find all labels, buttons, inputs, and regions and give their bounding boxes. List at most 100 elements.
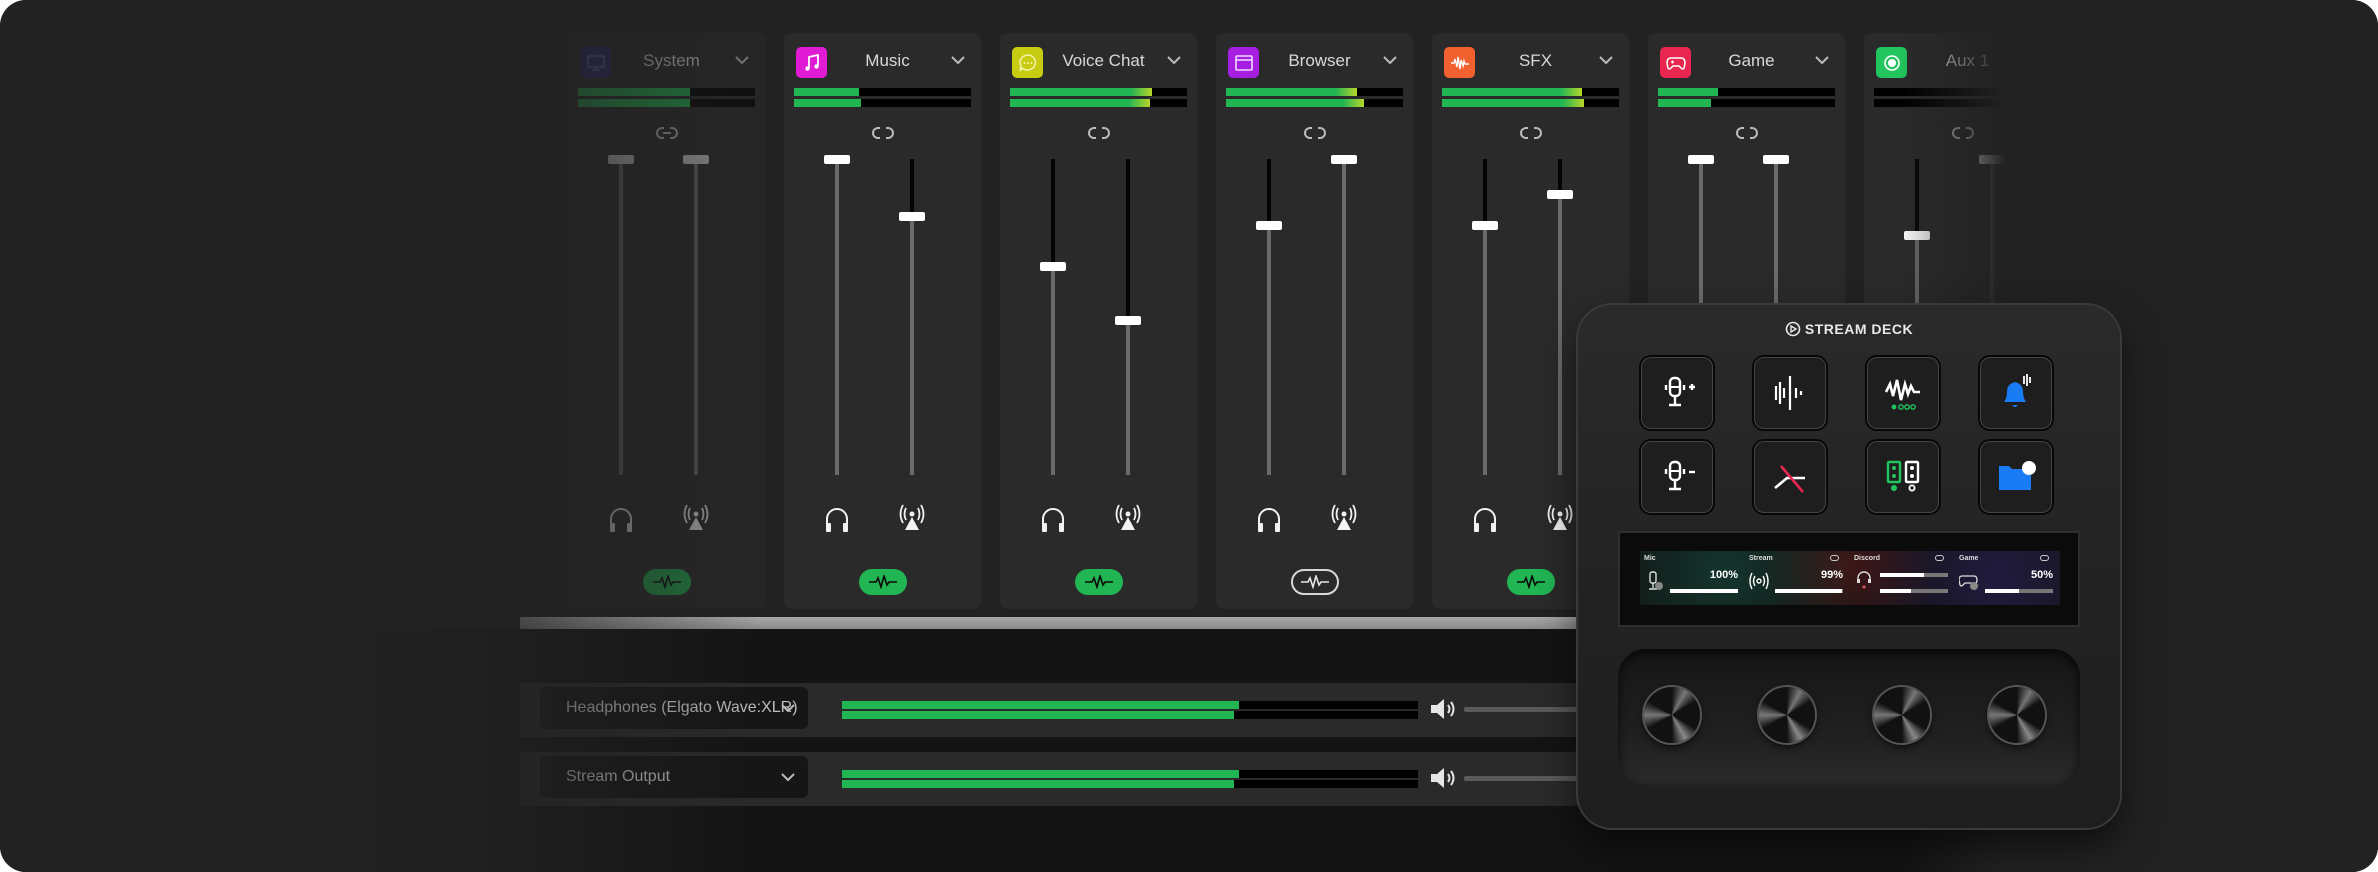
fader-thumb[interactable] [1115, 316, 1141, 326]
channel-level-meter [1658, 99, 1835, 107]
link-icon[interactable] [1734, 125, 1760, 141]
chevron-down-icon[interactable] [1597, 53, 1615, 67]
link-icon[interactable] [870, 125, 896, 141]
deck-key-sound-alert[interactable] [1980, 357, 2052, 429]
dial-3[interactable] [1874, 687, 1930, 743]
channel-name: System [643, 51, 700, 70]
headphones-icon[interactable] [821, 503, 853, 535]
chevron-down-icon[interactable] [1165, 53, 1183, 67]
fader-thumb[interactable] [1763, 155, 1789, 164]
lcd-value: 99% [1820, 569, 1843, 581]
effects-toggle[interactable] [858, 569, 907, 595]
monitor-mix-fader[interactable] [1472, 159, 1498, 475]
monitor-mix-fader[interactable] [1256, 159, 1282, 475]
stream-volume-slider[interactable] [1464, 776, 1584, 781]
broadcast-icon[interactable] [1328, 503, 1360, 535]
monitor-volume-slider[interactable] [1464, 707, 1584, 712]
channel-header[interactable]: System [568, 33, 765, 89]
monitor-mix-fader[interactable] [1040, 159, 1066, 475]
fader-thumb[interactable] [1472, 221, 1498, 231]
channel-strip: System [568, 33, 765, 609]
effects-toggle[interactable] [1074, 569, 1123, 595]
channel-strip: Browser [1216, 33, 1413, 609]
stream-mix-fader[interactable] [683, 155, 709, 475]
channel-header[interactable]: Voice Chat [1000, 33, 1197, 89]
lcd-segment[interactable]: Mic 100% [1640, 551, 1740, 605]
fader-thumb[interactable] [1331, 155, 1357, 164]
channel-header[interactable]: Music [784, 33, 981, 89]
headphones-icon[interactable] [1469, 503, 1501, 535]
effects-toggle[interactable] [1506, 569, 1555, 595]
link-icon[interactable] [654, 125, 680, 141]
headphones-icon[interactable] [1037, 503, 1069, 535]
stream-output-select[interactable]: Stream Output [540, 756, 808, 798]
touch-strip-display[interactable]: Mic 100% Stream 99% Discord Game 50% [1618, 531, 2080, 627]
lcd-level-bar [1880, 573, 1948, 577]
effects-toggle[interactable] [1290, 569, 1339, 595]
stream-deck-logo: STREAM DECK [1578, 321, 2120, 337]
monitor-mix-fader[interactable] [608, 155, 634, 475]
link-icon[interactable] [1950, 125, 1976, 141]
channel-header[interactable]: SFX [1432, 33, 1629, 89]
speaker-icon[interactable] [1428, 765, 1458, 791]
fader-thumb[interactable] [1904, 230, 1930, 240]
stream-mix-fader[interactable] [899, 159, 925, 475]
fader-thumb[interactable] [1040, 262, 1066, 272]
link-icon[interactable] [1086, 125, 1112, 141]
lcd-segment[interactable]: Game 50% [1955, 551, 2055, 605]
deck-key-voice-wave[interactable] [1754, 357, 1826, 429]
chevron-down-icon[interactable] [2029, 53, 2047, 67]
deck-key-mic-volume-down[interactable] [1641, 441, 1713, 513]
broadcast-icon[interactable] [896, 503, 928, 535]
folder-icon [1999, 461, 2036, 490]
dial-2[interactable] [1759, 687, 1815, 743]
channel-level-meter [578, 99, 755, 107]
channel-level-meter [1658, 88, 1835, 96]
chevron-down-icon[interactable] [949, 53, 967, 67]
fader-thumb[interactable] [1256, 221, 1282, 231]
monitor-output-select[interactable]: Headphones (Elgato Wave:XLR) [540, 687, 808, 729]
chevron-down-icon[interactable] [733, 53, 751, 67]
chevron-down-icon[interactable] [1381, 53, 1399, 67]
link-icon[interactable] [1302, 125, 1328, 141]
dial-4[interactable] [1989, 687, 2045, 743]
gamepad-icon [1959, 575, 1978, 590]
fader-thumb[interactable] [1688, 155, 1714, 164]
dial-1[interactable] [1644, 687, 1700, 743]
fader-thumb[interactable] [824, 155, 850, 164]
channel-header[interactable]: Aux 1 [1864, 33, 2061, 89]
monitor-mix-fader[interactable] [824, 155, 850, 475]
stream-mix-fader[interactable] [1547, 159, 1573, 475]
deck-key-open-folder[interactable] [1980, 441, 2052, 513]
deck-key-voice-effect-preset[interactable] [1867, 357, 1939, 429]
speaker-icon[interactable] [1428, 696, 1458, 722]
deck-key-output-switch[interactable] [1867, 441, 1939, 513]
fader-thumb[interactable] [1547, 189, 1573, 199]
lcd-segment[interactable]: Discord [1850, 551, 1950, 605]
lcd-label: Stream [1749, 555, 1773, 562]
link-icon[interactable] [1518, 125, 1544, 141]
deck-key-monitor-mute[interactable] [1754, 441, 1826, 513]
fader-thumb[interactable] [683, 155, 709, 164]
chevron-down-icon[interactable] [1813, 53, 1831, 67]
lcd-segment[interactable]: Stream 99% [1745, 551, 1845, 605]
headphones-icon[interactable] [1253, 503, 1285, 535]
stream-mix-fader[interactable] [1115, 159, 1141, 475]
fader-thumb[interactable] [608, 155, 634, 164]
channel-header[interactable]: Browser [1216, 33, 1413, 89]
stream-mix-fader[interactable] [1331, 155, 1357, 475]
channel-name: Aux 1 [1945, 51, 1990, 70]
effects-toggle[interactable] [642, 569, 691, 595]
broadcast-icon[interactable] [680, 503, 712, 535]
channel-header[interactable]: Game [1648, 33, 1845, 89]
headphones-icon[interactable] [605, 503, 637, 535]
channel-level-meter [794, 88, 971, 96]
output-meter-right [842, 780, 1418, 788]
fader-thumb[interactable] [1979, 155, 2005, 164]
broadcast-icon[interactable] [1544, 503, 1576, 535]
fader-thumb[interactable] [899, 211, 925, 221]
lcd-level-bar [1880, 589, 1948, 593]
channel-name: Browser [1288, 51, 1351, 70]
deck-key-mic-volume-up[interactable] [1641, 357, 1713, 429]
broadcast-icon[interactable] [1112, 503, 1144, 535]
